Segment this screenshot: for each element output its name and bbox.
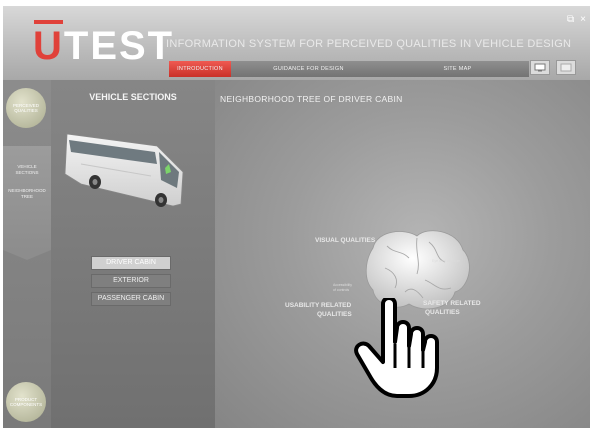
rail-vehicle-sections-link[interactable]: VEHICLE SECTIONS	[3, 164, 51, 176]
rail-perceived-qualities-button[interactable]: PERCEIVED QUALITIES	[6, 88, 46, 128]
passenger-cabin-button[interactable]: PASSENGER CABIN	[91, 292, 171, 306]
close-icon[interactable]: ×	[580, 14, 586, 25]
small-left-label-1: Accessibility	[333, 283, 353, 287]
left-rail: PERCEIVED QUALITIES VEHICLE SECTIONS NEI…	[3, 80, 51, 428]
sections-title: VEHICLE SECTIONS	[89, 92, 177, 102]
small-left-label-2: of controls	[333, 288, 350, 292]
visual-qualities-label[interactable]: VISUAL QUALITIES	[315, 237, 375, 246]
remote-icon[interactable]	[530, 60, 550, 75]
window-controls: ⧉ ×	[567, 14, 586, 25]
utest-logo: U TEST	[33, 20, 175, 68]
driver-cabin-button[interactable]: DRIVER CABIN	[91, 256, 171, 270]
tab-guidance-for-design[interactable]: GUIDANCE FOR DESIGN	[231, 61, 386, 77]
usability-qualities-label-2[interactable]: QUALITIES	[317, 311, 352, 320]
vehicle-sections-panel: VEHICLE SECTIONS DRIVER CABIN EXTERIOR P…	[51, 80, 215, 428]
header-buttons	[530, 60, 576, 75]
tab-site-map[interactable]: SITE MAP	[386, 61, 529, 77]
rail-product-components-button[interactable]: PRODUCT COMPONENTS	[6, 382, 46, 422]
main-title: NEIGHBORHOOD TREE OF DRIVER CABIN	[220, 94, 403, 104]
restore-icon[interactable]: ⧉	[567, 14, 574, 25]
hand-cursor-icon	[354, 298, 439, 398]
app-title: INFORMATION SYSTEM FOR PERCEIVED QUALITI…	[166, 38, 572, 50]
rail-neighborhood-tree-link[interactable]: NEIGHBORHOOD TREE	[3, 188, 51, 200]
bus-image	[64, 133, 184, 207]
main-content: NEIGHBORHOOD TREE OF DRIVER CABIN VISUAL…	[215, 80, 590, 428]
monitor-icon[interactable]	[556, 60, 576, 75]
usability-qualities-label-1[interactable]: USABILITY RELATED	[285, 302, 351, 311]
exterior-button[interactable]: EXTERIOR	[91, 274, 171, 288]
rail-perceived-qualities-label: PERCEIVED QUALITIES	[12, 102, 39, 113]
rail-product-components-label: PRODUCT COMPONENTS	[9, 396, 43, 407]
tab-bar: INTRODUCTION GUIDANCE FOR DESIGN SITE MA…	[169, 61, 529, 77]
header: U TEST INFORMATION SYSTEM FOR PERCEIVED Q…	[3, 6, 590, 80]
app-window: U TEST INFORMATION SYSTEM FOR PERCEIVED Q…	[3, 6, 590, 428]
tab-introduction[interactable]: INTRODUCTION	[169, 61, 231, 77]
small-right-label: Eye level of driver	[432, 259, 460, 263]
